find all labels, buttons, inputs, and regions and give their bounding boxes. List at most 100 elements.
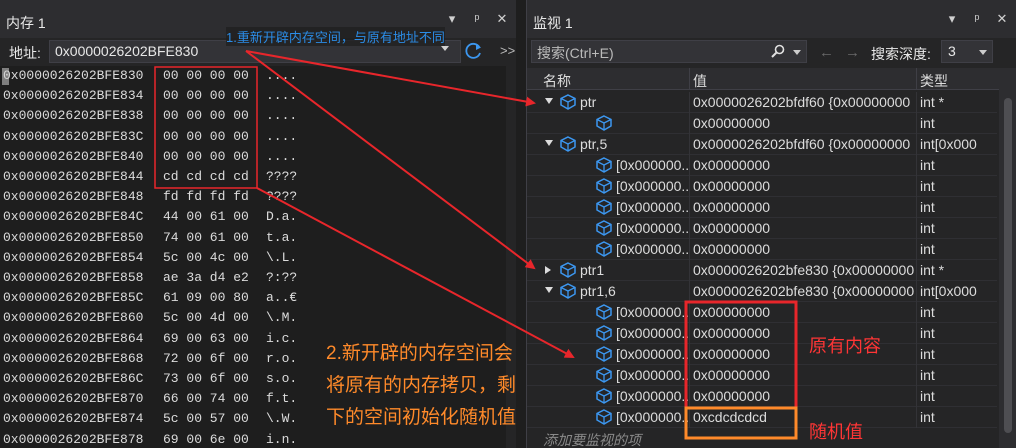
column-divider[interactable]: [689, 68, 690, 90]
expand-closed-icon[interactable]: [545, 266, 551, 274]
memory-bytes[interactable]: 00 00 00 00: [163, 149, 249, 164]
watch-search-input[interactable]: 搜索(Ctrl+E): [531, 40, 807, 63]
watch-value-cell[interactable]: 0x00000000: [693, 346, 919, 362]
chevron-down-icon[interactable]: [979, 50, 987, 55]
arrow-right-icon[interactable]: →: [845, 44, 860, 61]
watch-value-cell[interactable]: 0x00000000: [693, 367, 919, 383]
memory-bytes[interactable]: 5c 00 57 00: [163, 411, 249, 426]
watch-name-cell[interactable]: [0x000000...: [616, 220, 689, 236]
memory-bytes[interactable]: fd fd fd fd: [163, 189, 249, 204]
expand-open-icon[interactable]: [545, 140, 553, 146]
expand-open-icon[interactable]: [545, 287, 553, 293]
watch-scrollbar-thumb[interactable]: [1004, 98, 1012, 433]
watch-row[interactable]: [0x000000... 0xcdcdcdcd int: [527, 407, 997, 428]
arrow-left-icon[interactable]: ←: [819, 44, 834, 61]
watch-row[interactable]: 0x00000000 int: [527, 113, 997, 134]
watch-value-cell[interactable]: 0x00000000: [693, 178, 919, 194]
watch-value-cell[interactable]: 0x0000026202bfe830 {0x00000000: [693, 262, 919, 278]
pin-icon[interactable]: ᵖ: [471, 11, 483, 27]
watch-name-cell[interactable]: [0x000000...: [616, 199, 689, 215]
watch-scrollbar[interactable]: [999, 68, 1016, 448]
memory-bytes[interactable]: 61 09 00 80: [163, 290, 249, 305]
expand-open-icon[interactable]: [545, 98, 553, 104]
watch-row[interactable]: ptr1,6 0x0000026202bfe830 {0x00000000 int[…: [527, 281, 997, 302]
watch-row[interactable]: [0x000000... 0x00000000 int: [527, 302, 997, 323]
memory-bytes[interactable]: 00 00 00 00: [163, 108, 249, 123]
watch-name-cell[interactable]: [0x000000...: [616, 409, 689, 425]
watch-name-cell[interactable]: [0x000000...: [616, 304, 689, 320]
add-watch-row[interactable]: 添加要监视的项: [527, 428, 997, 448]
close-icon[interactable]: ✕: [496, 11, 508, 27]
watch-value-cell[interactable]: 0x00000000: [693, 304, 919, 320]
watch-value-cell[interactable]: 0x0000026202bfe830 {0x00000000: [693, 283, 919, 299]
search-icon[interactable]: [771, 44, 785, 58]
memory-bytes[interactable]: 00 00 00 00: [163, 129, 249, 144]
memory-row[interactable]: 0x0000026202BFE844 cd cd cd cd????: [0, 167, 516, 188]
add-watch-placeholder[interactable]: 添加要监视的项: [543, 430, 641, 448]
watch-tab-header[interactable]: 监视 1 ▾ ᵖ ✕: [527, 0, 1016, 38]
column-type[interactable]: 类型: [920, 71, 948, 91]
memory-row[interactable]: 0x0000026202BFE840 00 00 00 00....: [0, 147, 516, 168]
chevron-down-icon[interactable]: [793, 50, 801, 55]
watch-row[interactable]: [0x000000... 0x00000000 int: [527, 344, 997, 365]
memory-row[interactable]: 0x0000026202BFE858 ae 3a d4 e2?:??: [0, 268, 516, 289]
watch-name-cell[interactable]: [0x000000...: [616, 157, 689, 173]
watch-row[interactable]: ptr,5 0x0000026202bfdf60 {0x00000000 int[0…: [527, 134, 997, 155]
column-divider[interactable]: [916, 68, 917, 90]
memory-bytes[interactable]: 00 00 00 00: [163, 68, 249, 83]
memory-row[interactable]: 0x0000026202BFE848 fd fd fd fd????: [0, 187, 516, 208]
memory-bytes[interactable]: 69 00 63 00: [163, 331, 249, 346]
column-name[interactable]: 名称: [543, 71, 571, 91]
watch-row[interactable]: [0x000000... 0x00000000 int: [527, 155, 997, 176]
watch-row[interactable]: [0x000000... 0x00000000 int: [527, 365, 997, 386]
watch-row[interactable]: [0x000000... 0x00000000 int: [527, 323, 997, 344]
watch-value-cell[interactable]: 0x00000000: [693, 325, 919, 341]
watch-name-cell[interactable]: ptr1: [580, 262, 689, 278]
memory-row[interactable]: 0x0000026202BFE85C 61 09 00 80 a..€: [0, 288, 516, 309]
watch-name-cell[interactable]: [0x000000...: [616, 178, 689, 194]
memory-row[interactable]: 0x0000026202BFE834 00 00 00 00....: [0, 86, 516, 107]
watch-name-cell[interactable]: [0x000000...: [616, 367, 689, 383]
watch-value-cell[interactable]: 0x00000000: [693, 157, 919, 173]
memory-bytes[interactable]: 00 00 00 00: [163, 88, 249, 103]
watch-row[interactable]: [0x000000... 0x00000000 int: [527, 197, 997, 218]
overflow-chevron-icon[interactable]: >>: [500, 43, 515, 58]
watch-value-cell[interactable]: 0x00000000: [693, 220, 919, 236]
watch-value-cell[interactable]: 0x00000000: [693, 388, 919, 404]
watch-name-cell[interactable]: [0x000000...: [616, 241, 689, 257]
refresh-icon[interactable]: [464, 41, 484, 61]
pin-icon[interactable]: ᵖ: [971, 11, 983, 27]
watch-name-cell[interactable]: ptr: [580, 94, 689, 110]
memory-row[interactable]: 0x0000026202BFE838 00 00 00 00....: [0, 106, 516, 127]
memory-bytes[interactable]: cd cd cd cd: [163, 169, 249, 184]
watch-name-cell[interactable]: [0x000000...: [616, 346, 689, 362]
watch-name-cell[interactable]: ptr,5: [580, 136, 689, 152]
memory-bytes[interactable]: ae 3a d4 e2: [163, 270, 249, 285]
memory-bytes[interactable]: 5c 00 4c 00: [163, 250, 249, 265]
watch-value-cell[interactable]: 0x00000000: [693, 199, 919, 215]
memory-bytes[interactable]: 66 00 74 00: [163, 391, 249, 406]
memory-bytes[interactable]: 5c 00 4d 00: [163, 310, 249, 325]
watch-tab-title[interactable]: 监视 1: [533, 13, 573, 33]
watch-value-cell[interactable]: 0xcdcdcdcd: [693, 409, 919, 425]
memory-row[interactable]: 0x0000026202BFE850 74 00 61 00 t.a.: [0, 228, 516, 249]
watch-value-cell[interactable]: 0x00000000: [693, 115, 919, 131]
watch-name-cell[interactable]: [0x000000...: [616, 325, 689, 341]
watch-row[interactable]: [0x000000... 0x00000000 int: [527, 239, 997, 260]
memory-row[interactable]: 0x0000026202BFE830 00 00 00 00....: [0, 66, 516, 87]
watch-row[interactable]: ptr 0x0000026202bfdf60 {0x00000000 int *: [527, 92, 997, 113]
memory-bytes[interactable]: 74 00 61 00: [163, 230, 249, 245]
close-icon[interactable]: ✕: [996, 11, 1008, 27]
memory-bytes[interactable]: 73 00 6f 00: [163, 371, 249, 386]
watch-row[interactable]: [0x000000... 0x00000000 int: [527, 218, 997, 239]
watch-row[interactable]: [0x000000... 0x00000000 int: [527, 176, 997, 197]
memory-tab-title[interactable]: 内存 1: [6, 13, 46, 33]
window-menu-dropdown-icon[interactable]: ▾: [446, 11, 458, 27]
watch-row[interactable]: [0x000000... 0x00000000 int: [527, 386, 997, 407]
memory-bytes[interactable]: 44 00 61 00: [163, 209, 249, 224]
watch-name-cell[interactable]: ptr1,6: [580, 283, 689, 299]
chevron-down-icon[interactable]: [441, 46, 449, 51]
column-value[interactable]: 值: [693, 71, 707, 91]
memory-bytes[interactable]: 72 00 6f 00: [163, 351, 249, 366]
memory-bytes[interactable]: 69 00 6e 00: [163, 432, 249, 447]
